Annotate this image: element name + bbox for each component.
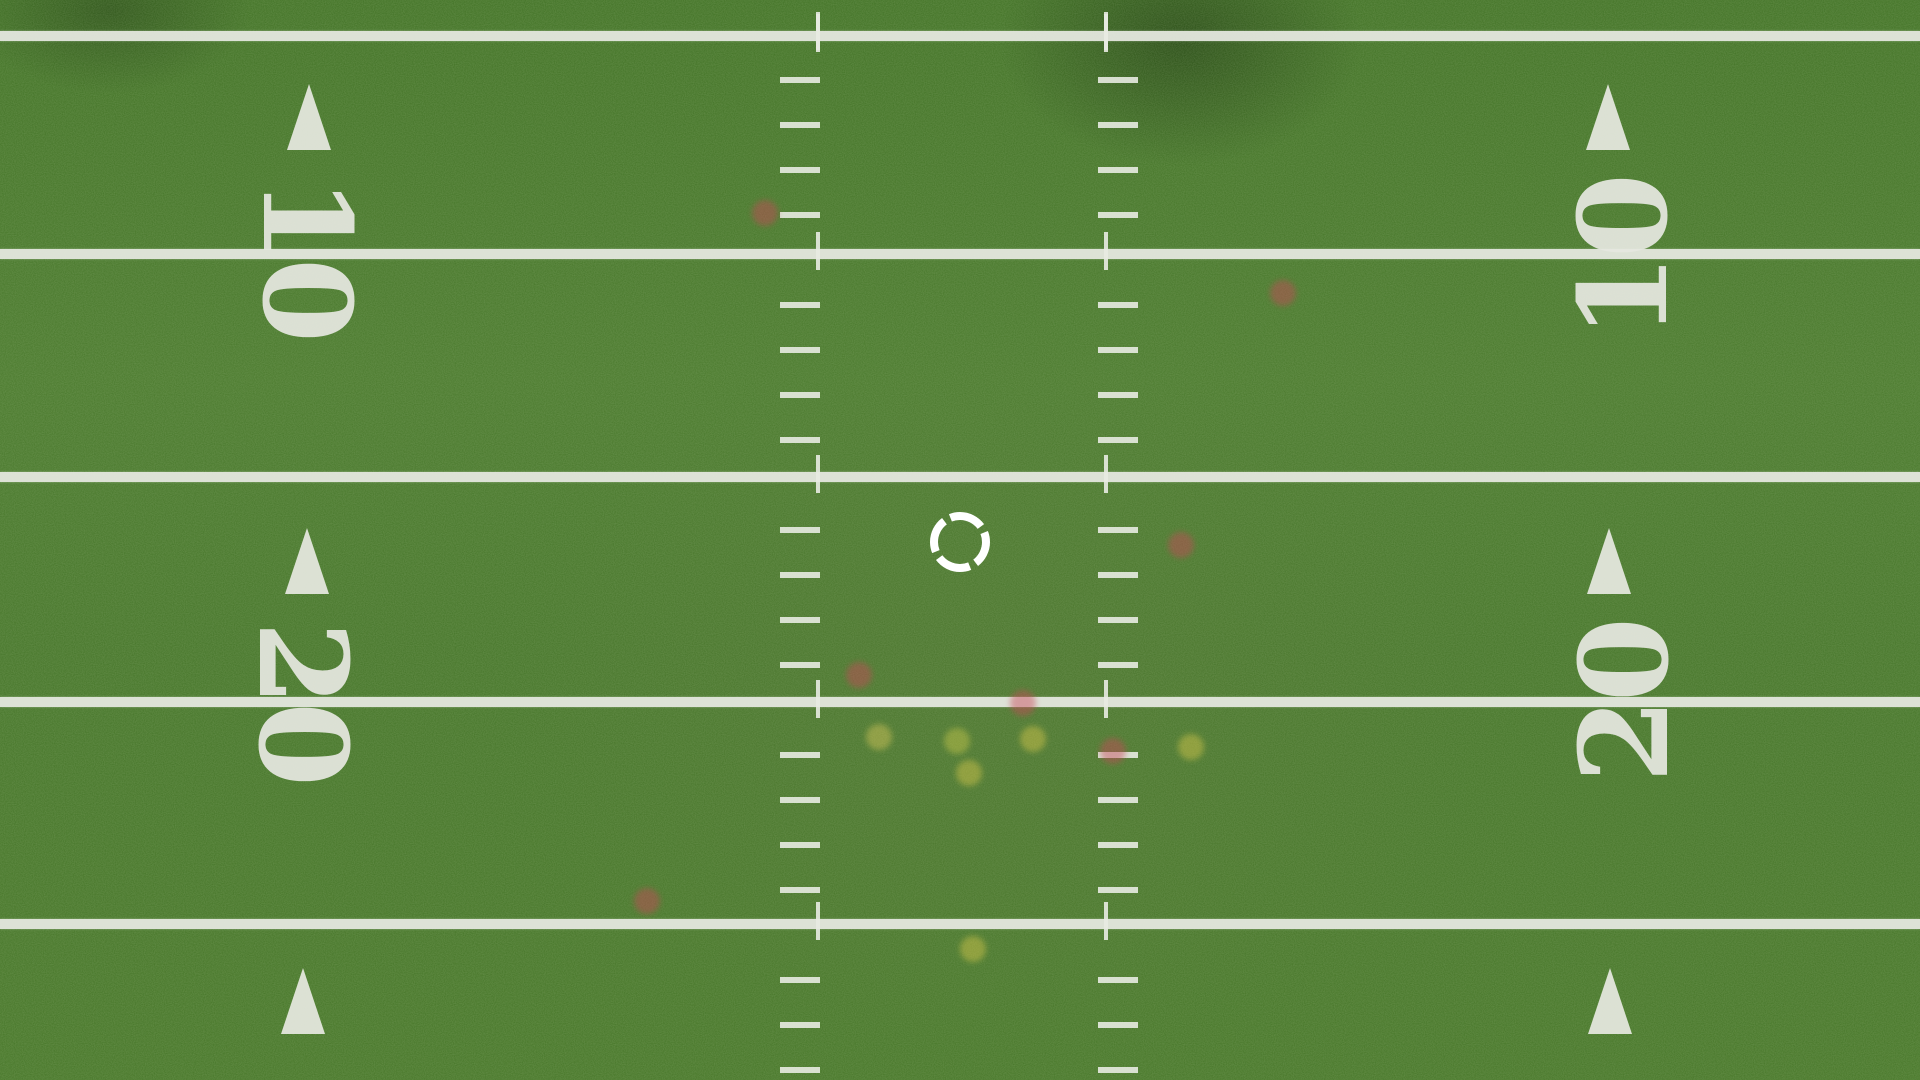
hash-mark (1098, 842, 1138, 848)
hash-mark (1098, 977, 1138, 983)
direction-arrow-icon (1586, 84, 1630, 150)
hash-mark (780, 977, 820, 983)
hash-mark (780, 887, 820, 893)
hash-mark (1098, 617, 1138, 623)
hash-mark (1098, 392, 1138, 398)
hash-tick (1104, 902, 1108, 940)
hash-mark (1098, 1022, 1138, 1028)
hash-mark (1098, 527, 1138, 533)
yard-line (0, 31, 1920, 41)
hash-tick (816, 455, 820, 493)
hash-mark (780, 797, 820, 803)
player (1100, 738, 1126, 764)
direction-arrow-icon (1588, 968, 1632, 1034)
hash-mark (1098, 437, 1138, 443)
hash-mark (1098, 887, 1138, 893)
hash-tick (816, 232, 820, 270)
hash-mark (780, 617, 820, 623)
hash-mark (780, 122, 820, 128)
hash-mark (780, 77, 820, 83)
player (752, 200, 778, 226)
player (1010, 690, 1036, 716)
player (866, 724, 892, 750)
player (960, 936, 986, 962)
hash-mark (1098, 1067, 1138, 1073)
direction-arrow-icon (281, 968, 325, 1034)
yard-number-left-10: 10 (234, 177, 379, 339)
hash-mark (1098, 122, 1138, 128)
yard-number-right-10: 10 (1550, 177, 1695, 339)
player (634, 888, 660, 914)
hash-mark (780, 212, 820, 218)
direction-arrow-icon (1587, 528, 1631, 594)
player (944, 728, 970, 754)
hash-mark (1098, 797, 1138, 803)
hash-mark (780, 347, 820, 353)
hash-mark (780, 572, 820, 578)
player (846, 662, 872, 688)
hash-marks-right (1098, 0, 1138, 1080)
hash-tick (816, 680, 820, 718)
hash-mark (780, 167, 820, 173)
player (1178, 734, 1204, 760)
loading-spinner-icon (930, 512, 990, 572)
player (1168, 532, 1194, 558)
hash-mark (1098, 302, 1138, 308)
hash-mark (780, 662, 820, 668)
hash-mark (780, 752, 820, 758)
hash-tick (1104, 12, 1108, 50)
hash-mark (1098, 347, 1138, 353)
hash-mark (780, 437, 820, 443)
yard-number-right-20: 20 (1551, 621, 1696, 783)
hash-mark (780, 392, 820, 398)
player (956, 760, 982, 786)
hash-mark (780, 1022, 820, 1028)
direction-arrow-icon (287, 84, 331, 150)
hash-mark (780, 302, 820, 308)
hash-mark (1098, 77, 1138, 83)
hash-tick (1104, 680, 1108, 718)
football-field: 10 20 10 20 (0, 0, 1920, 1080)
hash-marks-left (780, 0, 820, 1080)
hash-mark (1098, 167, 1138, 173)
yard-number-left-20: 20 (230, 621, 375, 783)
hash-tick (816, 12, 820, 50)
hash-mark (1098, 212, 1138, 218)
hash-mark (1098, 662, 1138, 668)
hash-tick (1104, 232, 1108, 270)
hash-tick (1104, 455, 1108, 493)
hash-mark (780, 527, 820, 533)
hash-tick (816, 902, 820, 940)
yard-line (0, 919, 1920, 929)
direction-arrow-icon (285, 528, 329, 594)
player (1020, 726, 1046, 752)
yard-line (0, 472, 1920, 482)
hash-mark (1098, 572, 1138, 578)
player (1270, 280, 1296, 306)
hash-mark (780, 842, 820, 848)
hash-mark (780, 1067, 820, 1073)
